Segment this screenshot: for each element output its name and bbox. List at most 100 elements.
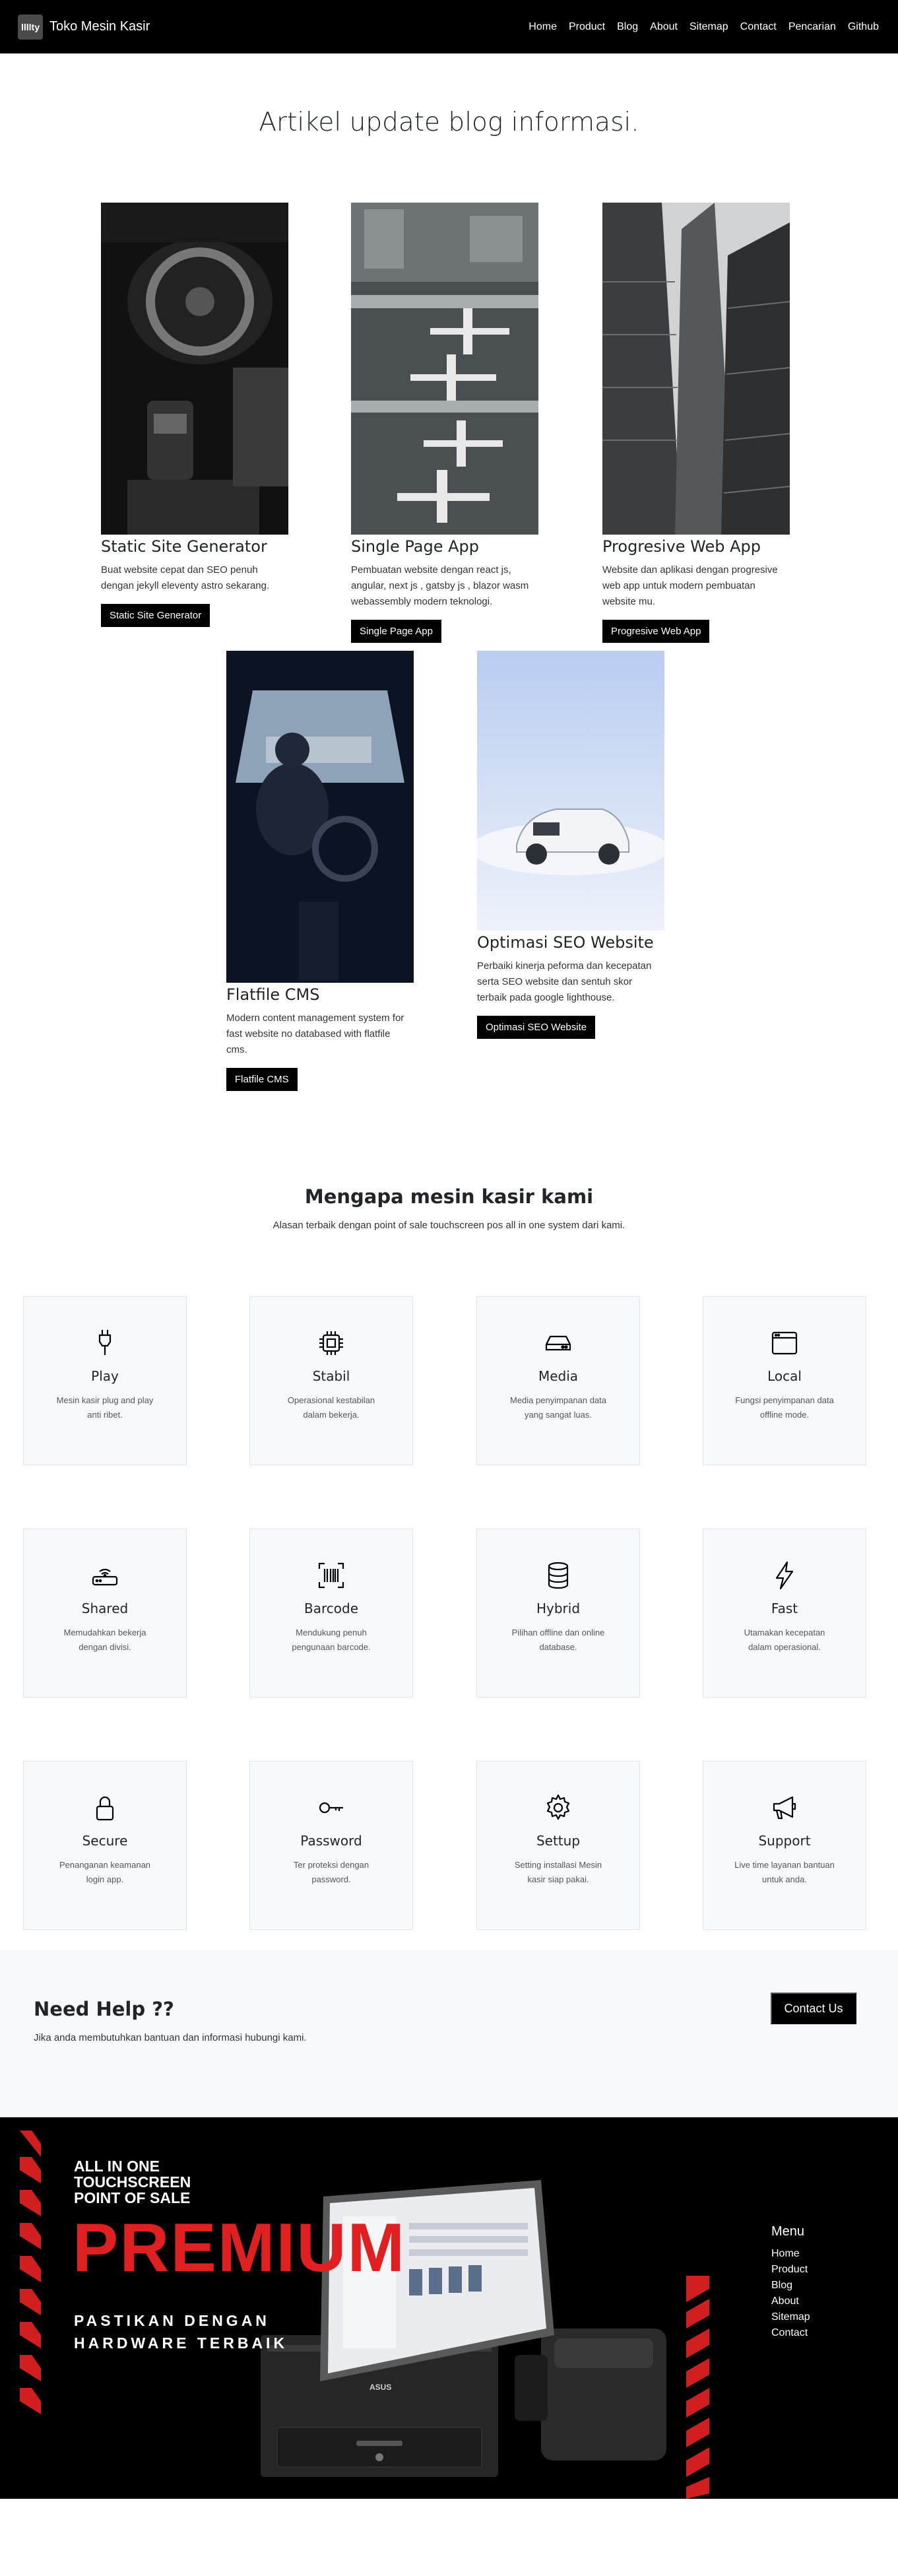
- brand[interactable]: llllty Toko Mesin Kasir: [18, 14, 150, 40]
- card-text: Buat website cepat dan SEO penuh dengan …: [101, 564, 270, 591]
- feature-desc: Mendukung penuh pengunaan barcode.: [292, 1628, 371, 1652]
- promo-line-2: TOUCHSCREEN: [74, 2173, 191, 2191]
- blog-section-title: Artikel update blog informasi.: [259, 108, 639, 137]
- footer-menu-title: Menu: [771, 2224, 805, 2239]
- static-site-generator-button[interactable]: Static Site Generator: [101, 604, 210, 627]
- footer-link-sitemap[interactable]: Sitemap: [771, 2309, 810, 2325]
- blog-card: Progresive Web App Website dan aplikasi …: [602, 203, 790, 643]
- promo-headline: PREMIUM: [73, 2210, 406, 2286]
- feature-card-password: Password Ter proteksi dengan password.: [249, 1761, 413, 1930]
- nav-link-pencarian[interactable]: Pencarian: [788, 21, 836, 33]
- feature-name: Support: [758, 1833, 811, 1849]
- feature-card-media: Media Media penyimpanan data yang sangat…: [476, 1296, 640, 1465]
- feature-card-settup: Settup Setting installasi Mesin kasir si…: [476, 1761, 640, 1930]
- feature-name: Settup: [536, 1833, 581, 1849]
- card-text: Website dan aplikasi dengan progresive w…: [602, 564, 778, 607]
- promo-line-1: ALL IN ONE: [74, 2158, 160, 2175]
- feature-name: Barcode: [304, 1601, 358, 1616]
- airport-aerial-image: [351, 203, 538, 535]
- footer: ALL IN ONE TOUCHSCREEN POINT OF SALE PRE…: [0, 2117, 898, 2499]
- feature-desc: Penanganan keamanan login app.: [59, 1860, 151, 1884]
- footer-link-home[interactable]: Home: [771, 2246, 810, 2262]
- features-grid: Play Mesin kasir plug and play anti ribe…: [0, 1231, 898, 1950]
- device-brand-label: ASUS: [369, 2383, 392, 2392]
- gear-icon: [546, 1794, 570, 1820]
- nav-link-blog[interactable]: Blog: [617, 21, 638, 33]
- feature-desc: Operasional kestabilan dalam bekerja.: [287, 1395, 375, 1420]
- blog-card: Single Page App Pembuatan website dengan…: [351, 203, 538, 643]
- card-text: Modern content management system for fas…: [226, 1012, 404, 1055]
- promo-tagline-2: HARDWARE TERBAIK: [74, 2334, 288, 2352]
- feature-card-secure: Secure Penanganan keamanan login app.: [23, 1761, 187, 1930]
- database-icon: [548, 1562, 569, 1589]
- promo-line-3: POINT OF SALE: [74, 2189, 191, 2206]
- promo-tagline-1: PASTIKAN DENGAN: [74, 2312, 270, 2329]
- contact-us-button[interactable]: Contact Us: [771, 1993, 856, 2024]
- feature-name: Fast: [771, 1601, 798, 1616]
- single-page-app-button[interactable]: Single Page App: [351, 620, 441, 643]
- feature-name: Play: [91, 1368, 119, 1384]
- blog-row-1: Static Site Generator Buat website cepat…: [0, 149, 898, 651]
- features-subtitle: Alasan terbaik dengan point of sale touc…: [273, 1220, 625, 1231]
- feature-name: Local: [767, 1368, 802, 1384]
- nav-link-github[interactable]: Github: [848, 21, 879, 33]
- help-title: Need Help ??: [34, 1998, 174, 2020]
- features-header: Mengapa mesin kasir kami Alasan terbaik …: [0, 1139, 898, 1231]
- footer-link-blog[interactable]: Blog: [771, 2278, 810, 2294]
- card-title: Single Page App: [351, 537, 480, 556]
- lock-icon: [96, 1796, 114, 1821]
- nav-link-home[interactable]: Home: [529, 21, 557, 33]
- barcode-icon: [318, 1562, 344, 1589]
- feature-card-support: Support Live time layanan bantuan untuk …: [703, 1761, 866, 1930]
- feature-card-hybrid: Hybrid Pilihan offline dan online databa…: [476, 1529, 640, 1698]
- router-icon: [92, 1568, 118, 1586]
- features-title: Mengapa mesin kasir kami: [304, 1185, 594, 1208]
- window-icon: [771, 1331, 798, 1355]
- nav-link-contact[interactable]: Contact: [740, 21, 777, 33]
- card-text: Pembuatan website dengan react js, angul…: [351, 564, 529, 607]
- feature-name: Stabil: [312, 1368, 350, 1384]
- blog-card: Flatfile CMS Modern content management s…: [226, 651, 414, 1091]
- feature-name: Media: [538, 1368, 579, 1384]
- skyscrapers-image: [602, 203, 790, 535]
- nav-link-sitemap[interactable]: Sitemap: [690, 21, 728, 33]
- blog-row-2: Flatfile CMS Modern content management s…: [0, 651, 898, 1139]
- card-title: Optimasi SEO Website: [477, 933, 654, 952]
- feature-desc: Utamakan kecepatan dalam operasional.: [744, 1628, 825, 1652]
- navbar: llllty Toko Mesin Kasir Home Product Blo…: [0, 0, 898, 53]
- feature-desc: Fungsi penyimpanan data offline mode.: [735, 1395, 834, 1420]
- key-icon: [319, 1802, 343, 1814]
- megaphone-icon: [773, 1796, 796, 1820]
- feature-card-fast: Fast Utamakan kecepatan dalam operasiona…: [703, 1529, 866, 1698]
- footer-menu: Menu Home Product Blog About Sitemap Con…: [771, 2224, 810, 2341]
- card-text: Perbaiki kinerja peforma dan kecepatan s…: [477, 960, 652, 1003]
- feature-desc: Media penyimpanan data yang sangat luas.: [510, 1395, 606, 1420]
- feature-desc: Live time layanan bantuan untuk anda.: [734, 1860, 835, 1884]
- hdd-icon: [545, 1335, 571, 1351]
- progresive-web-app-button[interactable]: Progresive Web App: [602, 620, 710, 643]
- help-section: Need Help ?? Jika anda membutuhkan bantu…: [0, 1950, 898, 2117]
- nav-link-product[interactable]: Product: [569, 21, 605, 33]
- feature-card-barcode: Barcode Mendukung penuh pengunaan barcod…: [249, 1529, 413, 1698]
- feature-card-play: Play Mesin kasir plug and play anti ribe…: [23, 1296, 187, 1465]
- brand-logo: llllty: [18, 14, 43, 40]
- card-title: Flatfile CMS: [226, 985, 320, 1004]
- cpu-icon: [319, 1331, 343, 1355]
- feature-card-shared: Shared Memudahkan bekerja dengan divisi.: [23, 1529, 187, 1698]
- feature-desc: Setting installasi Mesin kasir siap paka…: [514, 1860, 602, 1884]
- optimasi-seo-website-button[interactable]: Optimasi SEO Website: [477, 1016, 596, 1039]
- card-title: Static Site Generator: [101, 537, 267, 556]
- blog-card: Static Site Generator Buat website cepat…: [101, 203, 288, 627]
- footer-link-about[interactable]: About: [771, 2294, 810, 2309]
- flatfile-cms-button[interactable]: Flatfile CMS: [226, 1068, 298, 1091]
- feature-name: Shared: [81, 1601, 129, 1616]
- feature-desc: Pilihan offline dan online database.: [511, 1628, 605, 1652]
- footer-link-contact[interactable]: Contact: [771, 2325, 810, 2341]
- footer-link-product[interactable]: Product: [771, 2262, 810, 2278]
- white-car-image: [477, 651, 664, 931]
- brand-name: Toko Mesin Kasir: [49, 19, 150, 34]
- help-text: Jika anda membutuhkan bantuan dan inform…: [34, 2032, 307, 2043]
- card-title: Progresive Web App: [602, 537, 761, 556]
- feature-card-stabil: Stabil Operasional kestabilan dalam beke…: [249, 1296, 413, 1465]
- nav-link-about[interactable]: About: [650, 21, 678, 33]
